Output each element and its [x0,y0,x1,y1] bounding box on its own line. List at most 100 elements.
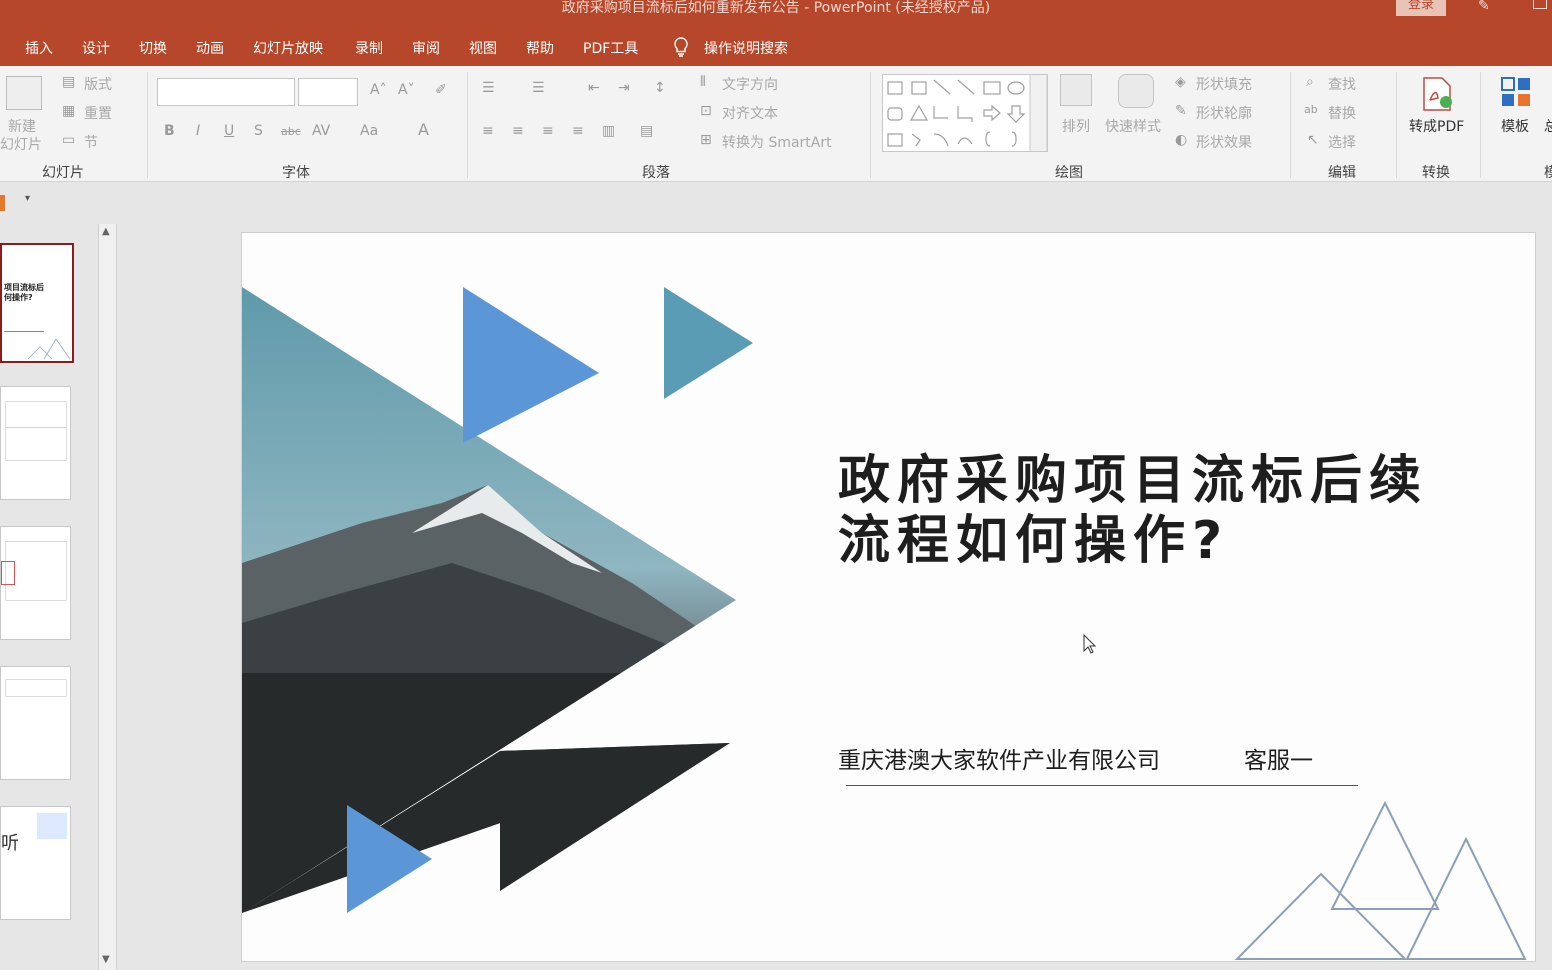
slide-thumbnail-2[interactable] [0,386,71,500]
arrange-icon [1060,74,1092,106]
slide-thumbnail-5[interactable]: 听 [0,806,71,920]
shape-effects-button[interactable]: 形状效果 [1196,132,1252,152]
bold-icon[interactable]: B [164,123,175,139]
subtitle-underline [846,785,1358,786]
thumbnail-line [5,427,67,428]
tab-slideshow[interactable]: 幻灯片放映 [253,38,323,58]
thumbnail-line [4,331,44,332]
align-center-icon[interactable]: ≡ [512,123,524,139]
thumbnail-text: 听 [1,833,19,854]
slide-thumbnail-4[interactable] [0,666,71,780]
search-icon: ⌕ [1306,74,1314,90]
tab-pdf-tools[interactable]: PDF工具 [583,38,638,58]
new-slide-label-1[interactable]: 新建 [8,116,36,136]
title-bar: 政府采购项目流标后如何重新发布公告 - PowerPoint (未经授权产品) … [0,0,1552,28]
font-size-select[interactable] [298,78,358,106]
thumbnail-scrollbar[interactable]: ▲ ▼ [98,224,117,970]
align-left-icon[interactable]: ≡ [482,123,494,139]
shadow-icon[interactable]: S [254,123,263,139]
tab-review[interactable]: 审阅 [412,38,440,58]
quick-styles-button[interactable]: 快速样式 [1105,116,1161,136]
thumbnail-title: 项目流标后 何操作? [4,283,44,302]
increase-indent-icon[interactable]: ⇥ [618,80,630,96]
reset-icon: ▦ [62,103,76,119]
section-button[interactable]: 节 [84,132,98,152]
shape-fill-button[interactable]: 形状填充 [1196,74,1252,94]
divider [147,72,148,178]
new-slide-label-2[interactable]: 幻灯片 [0,134,42,154]
smartart-icon: ⊞ [700,132,712,148]
restore-icon[interactable] [1533,0,1547,9]
layout-icon: ▤ [62,74,76,90]
arrange-button[interactable]: 排列 [1062,116,1090,136]
decrease-font-icon[interactable]: A˅ [398,82,415,98]
slide-title[interactable]: 政府采购项目流标后续流程如何操作? [838,451,1458,571]
align-text-icon: ⊡ [700,103,712,119]
reset-button[interactable]: 重置 [84,103,112,123]
section-icon: ▭ [62,132,76,148]
bullets-icon[interactable]: ☰ [482,80,495,96]
line-spacing-icon[interactable]: ↕ [654,80,666,96]
italic-icon[interactable]: I [196,123,200,139]
find-button[interactable]: 查找 [1328,74,1356,94]
quick-access-icon[interactable] [0,195,5,211]
char-spacing-icon[interactable]: AV [312,123,330,139]
columns-icon[interactable]: ▤ [640,123,653,139]
convert-pdf-button[interactable]: 转成PDF [1409,116,1464,136]
align-text-button[interactable]: 对齐文本 [722,103,778,123]
font-color-icon[interactable]: A [418,120,429,139]
tab-animations[interactable]: 动画 [196,38,224,58]
smartart-button[interactable]: 转换为 SmartArt [722,132,832,152]
customize-dropdown-icon[interactable]: ▾ [25,193,30,204]
thumbnail-triangles [27,338,71,360]
tab-view[interactable]: 视图 [469,38,497,58]
tab-help[interactable]: 帮助 [526,38,554,58]
login-button[interactable]: 登录 [1396,0,1446,16]
tab-design[interactable]: 设计 [82,38,110,58]
select-button[interactable]: 选择 [1328,132,1356,152]
slide-thumbnail-1[interactable]: 项目流标后 何操作? [0,243,74,363]
service-label[interactable]: 客服一 [1244,741,1313,775]
tab-insert[interactable]: 插入 [25,38,53,58]
justify-icon[interactable]: ≡ [572,123,584,139]
layout-button[interactable]: 版式 [84,74,112,94]
tell-me-search[interactable]: 操作说明搜索 [704,38,788,58]
ribbon: 新建 幻灯片 ▤ 版式 ▦ 重置 ▭ 节 幻灯片 A˄ A˅ ✐ B I U S… [0,66,1552,182]
group-label-paragraph: 段落 [642,165,670,181]
scroll-down-icon[interactable]: ▼ [102,954,110,965]
blue-triangle-top [463,287,599,443]
slide-graphics [242,287,1527,960]
slide-canvas[interactable]: 政府采购项目流标后续流程如何操作? 重庆港澳大家软件产业有限公司 客服一 [241,232,1536,962]
pen-icon[interactable]: ✎ [1478,0,1490,14]
shape-outline-button[interactable]: 形状轮廓 [1196,103,1252,123]
slide-thumbnail-3[interactable] [0,526,71,640]
lightbulb-icon [674,37,688,57]
tab-record[interactable]: 录制 [355,38,383,58]
cursor-icon: ↖ [1307,132,1319,148]
font-family-select[interactable] [157,78,295,106]
increase-font-icon[interactable]: A˄ [370,82,387,98]
distribute-icon[interactable]: ▥ [602,123,615,139]
quick-access-row: ▾ [0,183,1552,223]
align-right-icon[interactable]: ≡ [542,123,554,139]
thumbnail-highlight [1,561,15,585]
decrease-indent-icon[interactable]: ⇤ [588,80,600,96]
change-case-icon[interactable]: Aa [360,123,378,139]
scroll-up-icon[interactable]: ▲ [102,226,110,237]
template-button[interactable]: 模板 [1501,116,1529,136]
replace-button[interactable]: 替换 [1328,103,1356,123]
text-direction-icon: ⫴ [700,74,706,90]
company-name[interactable]: 重庆港澳大家软件产业有限公司 [838,741,1160,775]
template-cut-label: 总 [1544,119,1552,135]
thumbnail-content [5,401,67,461]
text-direction-button[interactable]: 文字方向 [722,74,778,94]
numbering-icon[interactable]: ☰ [532,80,545,96]
underline-icon[interactable]: U [224,123,234,139]
template-icon [1501,77,1530,106]
shapes-gallery[interactable] [882,74,1048,152]
tab-transitions[interactable]: 切换 [139,38,167,58]
strikethrough-icon[interactable]: abc [281,125,301,138]
divider [1396,72,1397,178]
window-title: 政府采购项目流标后如何重新发布公告 - PowerPoint (未经授权产品) [561,0,991,16]
clear-format-icon[interactable]: ✐ [435,82,447,98]
